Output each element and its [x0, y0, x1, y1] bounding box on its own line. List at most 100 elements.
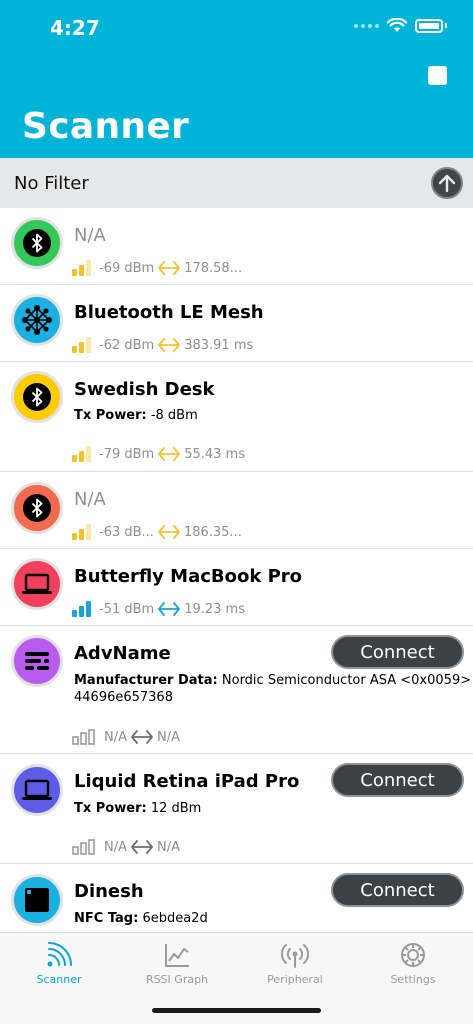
- detail-label: Tx Power:: [74, 408, 147, 423]
- detail-label: Manufacturer Data:: [74, 673, 218, 688]
- arrow-up-icon: [438, 174, 456, 193]
- rssi-value: -51 dBm: [99, 601, 155, 617]
- interval-arrow-icon: [158, 261, 181, 275]
- wifi-icon: [387, 18, 407, 32]
- device-row[interactable]: AdvName Connect Manufacturer Data: Nordi…: [0, 626, 473, 754]
- signal-strength-icon: [72, 337, 91, 353]
- device-detail: Tx Power: -8 dBm: [74, 408, 198, 423]
- device-avatar: [11, 482, 63, 534]
- cellular-signal-icon: [354, 23, 379, 28]
- device-detail-line2: 44696e657368: [74, 690, 173, 705]
- rssi-value: -79 dBm: [99, 446, 155, 462]
- tab-scanner[interactable]: Scanner: [0, 933, 118, 993]
- device-row[interactable]: N/A -63 dB... 186.35...: [0, 472, 473, 549]
- device-name: Dinesh: [74, 881, 144, 902]
- stop-scan-button[interactable]: [428, 66, 447, 85]
- device-name: N/A: [74, 489, 106, 510]
- device-avatar: [11, 635, 63, 687]
- device-row[interactable]: Swedish Desk Tx Power: -8 dBm -79 dBm 55…: [0, 362, 473, 472]
- device-metrics: -51 dBm 19.23 ms: [72, 599, 245, 619]
- laptop-icon: [22, 779, 52, 800]
- interval-value: N/A: [157, 729, 180, 745]
- tab-peripheral[interactable]: Peripheral: [236, 933, 354, 993]
- detail-label: Tx Power:: [74, 801, 147, 816]
- interval-arrow-icon: [158, 525, 180, 539]
- interval-value: 19.23 ms: [184, 601, 245, 617]
- interval-value: 383.91 ms: [184, 337, 254, 353]
- interval-arrow-icon: [131, 840, 153, 854]
- device-detail: Manufacturer Data: Nordic Semiconductor …: [74, 673, 471, 688]
- signal-strength-icon: [72, 260, 91, 276]
- device-metrics: -63 dB... 186.35...: [72, 522, 242, 542]
- interval-value: 178.58...: [184, 260, 243, 276]
- page-title: Scanner: [22, 106, 190, 147]
- rssi-value: -62 dBm: [99, 337, 155, 353]
- interval-arrow-icon: [158, 338, 181, 352]
- filter-toggle-button[interactable]: [431, 167, 463, 199]
- detail-value: Nordic Semiconductor ASA <0x0059>: [221, 673, 472, 688]
- interval-arrow-icon: [158, 602, 181, 616]
- scanner-icon: [47, 942, 72, 967]
- connect-button[interactable]: Connect: [331, 763, 464, 797]
- detail-value: -8 dBm: [150, 408, 198, 423]
- laptop-icon: [22, 573, 52, 594]
- signal-strength-icon: [72, 839, 95, 855]
- filter-bar[interactable]: No Filter: [0, 158, 473, 208]
- tab-label: Settings: [390, 973, 436, 986]
- antenna-icon: [281, 944, 309, 968]
- device-row[interactable]: Bluetooth LE Mesh -62 dBm 383.91 ms: [0, 285, 473, 362]
- device-metrics: -62 dBm 383.91 ms: [72, 335, 253, 355]
- rssi-value: N/A: [104, 729, 127, 745]
- detail-value: 12 dBm: [150, 801, 202, 816]
- device-metrics: -79 dBm 55.43 ms: [72, 444, 245, 464]
- device-avatar: [11, 294, 63, 346]
- bluetooth-icon: [23, 383, 51, 411]
- signal-strength-icon: [72, 729, 95, 745]
- status-time: 4:27: [50, 16, 100, 40]
- device-name: N/A: [74, 225, 106, 246]
- device-name: Liquid Retina iPad Pro: [74, 771, 300, 792]
- device-avatar: [11, 874, 63, 926]
- device-avatar: [11, 217, 63, 269]
- home-indicator: [152, 1008, 321, 1013]
- interval-arrow-icon: [131, 730, 153, 744]
- connect-button[interactable]: Connect: [331, 873, 464, 907]
- device-metrics: -69 dBm 178.58...: [72, 258, 242, 278]
- device-avatar: [11, 764, 63, 816]
- graph-icon: [165, 944, 189, 967]
- device-detail: NFC Tag: 6ebdea2d: [74, 911, 208, 926]
- filter-label: No Filter: [14, 173, 89, 194]
- device-name: Bluetooth LE Mesh: [74, 302, 264, 323]
- bluetooth-icon: [23, 229, 51, 257]
- detail-value: 6ebdea2d: [142, 911, 208, 926]
- battery-tip: [445, 23, 447, 28]
- device-name: Swedish Desk: [74, 379, 215, 400]
- device-name: Butterfly MacBook Pro: [74, 566, 303, 587]
- device-row[interactable]: Butterfly MacBook Pro -51 dBm 19.23 ms: [0, 549, 473, 626]
- tab-rssi-graph[interactable]: RSSI Graph: [118, 933, 236, 993]
- tab-settings[interactable]: Settings: [354, 933, 472, 993]
- tab-label: Peripheral: [267, 973, 323, 986]
- chip-icon: [25, 888, 49, 912]
- rssi-value: -63 dB...: [99, 524, 154, 540]
- interval-arrow-icon: [158, 447, 181, 461]
- tab-label: Scanner: [36, 973, 82, 986]
- device-row[interactable]: Liquid Retina iPad Pro Connect Tx Power:…: [0, 754, 473, 864]
- signal-strength-icon: [72, 446, 91, 462]
- device-row[interactable]: N/A -69 dBm 178.58...: [0, 208, 473, 285]
- rssi-value: N/A: [104, 839, 127, 855]
- signal-strength-icon: [72, 601, 91, 617]
- device-detail: Tx Power: 12 dBm: [74, 801, 201, 816]
- interval-value: N/A: [157, 839, 180, 855]
- bluetooth-icon: [23, 494, 51, 522]
- battery-icon: [415, 18, 443, 33]
- connect-button[interactable]: Connect: [331, 635, 464, 669]
- gear-icon: [401, 943, 425, 967]
- device-name: AdvName: [74, 643, 171, 664]
- mesh-network-icon: [22, 305, 52, 335]
- rssi-value: -69 dBm: [99, 260, 155, 276]
- interval-value: 186.35...: [183, 524, 242, 540]
- navigation-header: 4:27 Scanner: [0, 0, 473, 158]
- device-avatar: [11, 558, 63, 610]
- device-avatar: [11, 371, 63, 423]
